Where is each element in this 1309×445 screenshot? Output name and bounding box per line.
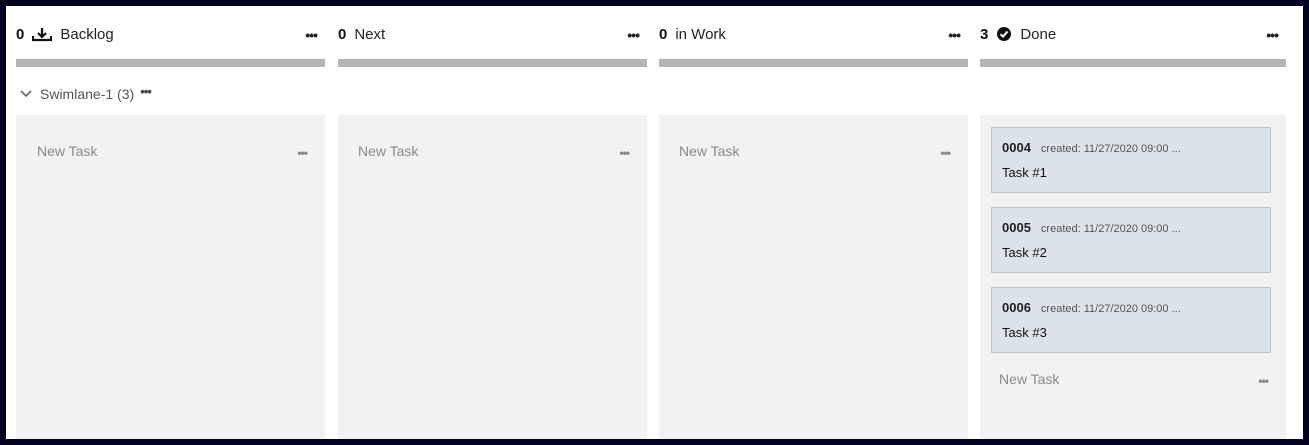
column-count: 0 bbox=[659, 25, 668, 43]
check-circle-icon bbox=[996, 26, 1012, 42]
new-task-button[interactable]: New Task bbox=[358, 143, 418, 159]
column-divider bbox=[980, 59, 1286, 67]
column-title: Backlog bbox=[60, 25, 114, 43]
column-more-button[interactable]: ••• bbox=[627, 28, 640, 42]
column-header-in-work: 0 in Work ••• bbox=[659, 6, 968, 67]
task-created: created: 11/27/2020 09:00 ... bbox=[1040, 223, 1181, 235]
lane-next: New Task ••• bbox=[338, 115, 647, 439]
task-id: 0006 bbox=[1002, 300, 1031, 315]
task-id: 0005 bbox=[1002, 220, 1031, 235]
column-divider bbox=[659, 59, 968, 67]
lane-in-work: New Task ••• bbox=[659, 115, 968, 439]
column-header-done: 3 Done ••• bbox=[980, 6, 1286, 67]
new-task-button[interactable]: New Task bbox=[37, 143, 97, 159]
task-card[interactable]: 0005 created: 11/27/2020 09:00 ... Task … bbox=[991, 207, 1271, 273]
kanban-board: 0 Backlog ••• 0 Next ••• 0 in Work ••• 3… bbox=[6, 6, 1303, 439]
column-title: Next bbox=[354, 25, 386, 43]
column-count: 0 bbox=[16, 25, 25, 43]
lane-more-button[interactable]: ••• bbox=[297, 146, 308, 160]
download-tray-icon bbox=[32, 26, 53, 42]
task-created: created: 11/27/2020 09:00 ... bbox=[1040, 303, 1181, 315]
column-header-backlog: 0 Backlog ••• bbox=[16, 6, 325, 67]
column-more-button[interactable]: ••• bbox=[948, 28, 961, 42]
task-name: Task #2 bbox=[1002, 245, 1047, 260]
column-title: in Work bbox=[675, 25, 726, 43]
task-name: Task #3 bbox=[1002, 325, 1047, 340]
column-count: 0 bbox=[338, 25, 347, 43]
new-task-button[interactable]: New Task bbox=[679, 143, 739, 159]
task-card[interactable]: 0004 created: 11/27/2020 09:00 ... Task … bbox=[991, 127, 1271, 193]
swimlane-label: Swimlane-1 (3) bbox=[40, 86, 135, 102]
lane-done: 0004 created: 11/27/2020 09:00 ... Task … bbox=[980, 115, 1286, 439]
column-divider bbox=[16, 59, 325, 67]
column-title: Done bbox=[1020, 25, 1057, 43]
swimlane-header[interactable]: Swimlane-1 (3) ••• bbox=[20, 84, 152, 102]
new-task-button[interactable]: New Task bbox=[999, 371, 1059, 387]
task-name: Task #1 bbox=[1002, 165, 1047, 180]
column-more-button[interactable]: ••• bbox=[305, 28, 318, 42]
swimlane-more-button[interactable]: ••• bbox=[140, 84, 152, 99]
lane-more-button[interactable]: ••• bbox=[1258, 374, 1269, 388]
chevron-down-icon[interactable] bbox=[20, 90, 32, 98]
column-divider bbox=[338, 59, 647, 67]
task-id: 0004 bbox=[1002, 140, 1031, 155]
task-card[interactable]: 0006 created: 11/27/2020 09:00 ... Task … bbox=[991, 287, 1271, 353]
column-header-next: 0 Next ••• bbox=[338, 6, 647, 67]
lane-more-button[interactable]: ••• bbox=[940, 146, 951, 160]
task-created: created: 11/27/2020 09:00 ... bbox=[1040, 143, 1181, 155]
lane-more-button[interactable]: ••• bbox=[619, 146, 630, 160]
column-more-button[interactable]: ••• bbox=[1266, 28, 1279, 42]
lane-backlog: New Task ••• bbox=[16, 115, 325, 439]
column-count: 3 bbox=[980, 25, 989, 43]
